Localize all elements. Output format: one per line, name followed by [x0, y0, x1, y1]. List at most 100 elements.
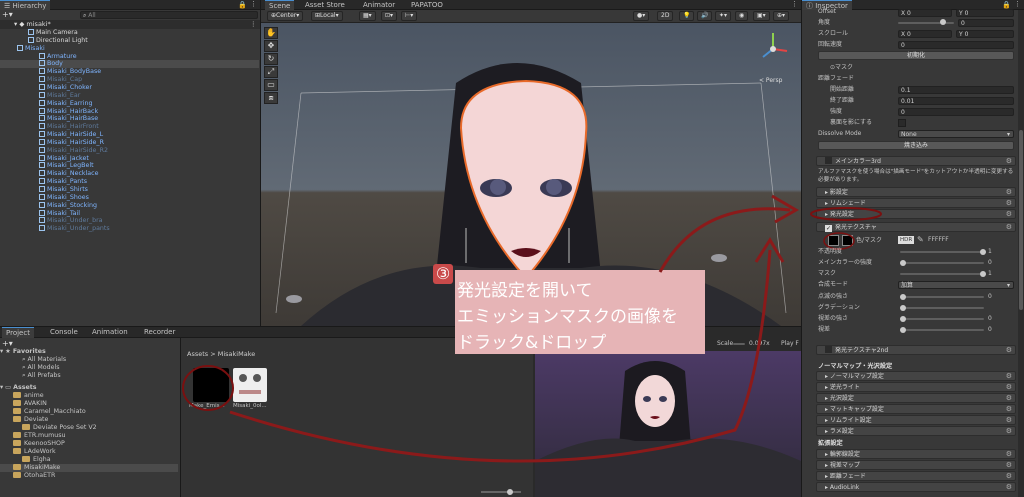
- project-tree-item[interactable]: ⌕ All Models: [0, 364, 178, 372]
- gizmo-label[interactable]: < Persp: [759, 77, 782, 84]
- angle-field[interactable]: 0: [958, 19, 1014, 27]
- rotate-tool[interactable]: ↻: [264, 53, 278, 65]
- move-tool[interactable]: ✥: [264, 40, 278, 52]
- gear-icon[interactable]: ⚙: [1006, 416, 1012, 425]
- param-slider-knob[interactable]: [980, 271, 986, 277]
- param-slider-knob[interactable]: [900, 305, 906, 311]
- project-tree-item[interactable]: ⌕ All Materials: [0, 356, 178, 364]
- gear-icon[interactable]: ⚙: [1006, 405, 1012, 414]
- space-dropdown[interactable]: ⊞Local▾: [311, 11, 343, 21]
- gear-icon[interactable]: ⚙: [1006, 210, 1012, 219]
- project-tree-item[interactable]: ETR.mumusu: [0, 432, 178, 440]
- effects-toggle[interactable]: ✦▾: [715, 11, 732, 21]
- hierarchy-item[interactable]: Misaki_Under_bra: [0, 217, 259, 225]
- hierarchy-scene-row[interactable]: ▾ ◆ misaki* ⋮: [0, 20, 260, 29]
- param-slider-knob[interactable]: [900, 260, 906, 266]
- param-slider-knob[interactable]: [900, 327, 906, 333]
- param-slider[interactable]: [900, 251, 984, 253]
- eyedropper-icon[interactable]: ✎: [917, 235, 924, 244]
- hierarchy-item[interactable]: Misaki: [0, 44, 259, 53]
- param-value[interactable]: 0: [988, 259, 992, 266]
- foldout-section[interactable]: ▸ マットキャップ設定 ⚙: [816, 404, 1016, 414]
- scroll-y-field[interactable]: Y 0: [956, 30, 1014, 38]
- project-tree-item[interactable]: LAdeWork: [0, 448, 178, 456]
- gear-icon[interactable]: ⚙: [1006, 188, 1012, 197]
- param-value[interactable]: 1: [988, 248, 992, 255]
- add-object-button[interactable]: +▾: [2, 10, 13, 19]
- emission2nd-checkbox[interactable]: [825, 346, 832, 353]
- rect-tool[interactable]: ▭: [264, 79, 278, 91]
- offset-x-field[interactable]: X 0: [898, 9, 952, 17]
- hierarchy-item[interactable]: Misaki_Stocking: [0, 201, 259, 210]
- hierarchy-item[interactable]: Misaki_Under_pants: [0, 225, 259, 233]
- scene-kebab-icon[interactable]: ⋮: [791, 0, 798, 8]
- gear-icon[interactable]: ⚙: [1006, 372, 1012, 381]
- param-slider[interactable]: [900, 296, 984, 298]
- project-tree-item[interactable]: ⌕ All Prefabs: [0, 372, 178, 380]
- foldout-section[interactable]: ▸ 距離フェード ⚙: [816, 471, 1016, 481]
- scene-expand-icon[interactable]: ▾: [14, 20, 17, 28]
- tab-project[interactable]: Project: [2, 327, 34, 338]
- param-slider[interactable]: [900, 307, 984, 309]
- project-tree-item[interactable]: MisakiMake: [0, 464, 178, 472]
- hierarchy-item[interactable]: Misaki_Shoes: [0, 193, 259, 202]
- foldout-section[interactable]: ▸ 輪郭線設定 ⚙: [816, 449, 1016, 459]
- gear-icon[interactable]: ⚙: [1006, 346, 1012, 355]
- audio-toggle[interactable]: 🔊: [697, 11, 713, 21]
- init-button[interactable]: 初期化: [818, 51, 1014, 60]
- gear-icon[interactable]: ⚙: [1006, 223, 1012, 232]
- foldout-section[interactable]: ▸ ラメ設定 ⚙: [816, 426, 1016, 436]
- lock-icon[interactable]: 🔒: [238, 1, 247, 9]
- param-slider[interactable]: [900, 318, 984, 320]
- hierarchy-item[interactable]: Misaki_Tail: [0, 209, 259, 218]
- project-tree-item[interactable]: Caramel_Macchiato: [0, 408, 178, 416]
- param-slider-knob[interactable]: [900, 316, 906, 322]
- hierarchy-search-input[interactable]: ⌕ All: [80, 11, 258, 19]
- project-tree-item[interactable]: KeenooSHOP: [0, 440, 178, 448]
- param-slider-knob[interactable]: [900, 294, 906, 300]
- move-snap-button[interactable]: ⊢▾: [401, 11, 418, 21]
- offset-y-field[interactable]: Y 0: [956, 9, 1014, 17]
- param-value[interactable]: 0: [988, 293, 992, 300]
- main3rd-section[interactable]: メインカラー3rd ⚙: [816, 156, 1016, 166]
- hierarchy-item[interactable]: Misaki_HairSide_R2: [0, 146, 259, 155]
- favorites-header[interactable]: ▾ ★ Favorites: [0, 348, 178, 356]
- gear-icon[interactable]: ⚙: [1006, 427, 1012, 436]
- rot-speed-field[interactable]: 0: [898, 41, 1014, 49]
- param-value[interactable]: 0: [988, 315, 992, 322]
- scale-slider[interactable]: [733, 343, 745, 345]
- breadcrumb-assets[interactable]: Assets: [187, 350, 208, 358]
- main3rd-checkbox[interactable]: [825, 157, 832, 164]
- hierarchy-item[interactable]: Misaki_Earring: [0, 99, 259, 108]
- hierarchy-item[interactable]: Misaki_Shirts: [0, 186, 259, 194]
- fade-end-field[interactable]: 0.01: [898, 97, 1014, 105]
- emission2nd-section[interactable]: 発光テクスチャ2nd ⚙: [816, 345, 1016, 355]
- hierarchy-item[interactable]: Body: [0, 60, 259, 69]
- hand-tool[interactable]: ✋: [264, 27, 278, 39]
- fade-strength-field[interactable]: 0: [898, 108, 1014, 116]
- angle-knob[interactable]: [940, 19, 946, 25]
- hierarchy-item[interactable]: Directional Light: [0, 36, 259, 45]
- foldout-section[interactable]: ▸ リムライト設定 ⚙: [816, 415, 1016, 425]
- hdr-badge[interactable]: HDR: [898, 236, 915, 244]
- fade-start-field[interactable]: 0.1: [898, 86, 1014, 94]
- param-slider[interactable]: [900, 329, 984, 331]
- project-tree-item[interactable]: Elgha: [0, 456, 178, 464]
- gear-icon[interactable]: ⚙: [1006, 483, 1012, 492]
- toggle-2d-button[interactable]: 2D: [657, 11, 674, 21]
- hierarchy-item[interactable]: Misaki_HairBase: [0, 115, 259, 123]
- hierarchy-item[interactable]: Misaki_Pants: [0, 178, 259, 186]
- hierarchy-item[interactable]: Misaki_HairSide_R: [0, 138, 259, 147]
- gear-icon[interactable]: ⚙: [1006, 383, 1012, 392]
- gear-icon[interactable]: ⚙: [1006, 461, 1012, 470]
- foldout-section[interactable]: ▸ 光沢設定 ⚙: [816, 393, 1016, 403]
- increment-snap-button[interactable]: ⊡▾: [381, 11, 398, 21]
- lighting-toggle[interactable]: 💡: [679, 11, 695, 21]
- camera-settings-button[interactable]: ▣▾: [753, 11, 770, 21]
- tab-recorder[interactable]: Recorder: [140, 327, 179, 338]
- kebab-menu-icon[interactable]: ⋮: [250, 0, 257, 8]
- hierarchy-item[interactable]: Misaki_HairBack: [0, 107, 259, 116]
- inspector-scroll-thumb[interactable]: [1019, 130, 1023, 310]
- breadcrumb-misakimake[interactable]: MisakiMake: [218, 350, 255, 358]
- foldout-section[interactable]: ▸ 影設定 ⚙: [816, 187, 1016, 197]
